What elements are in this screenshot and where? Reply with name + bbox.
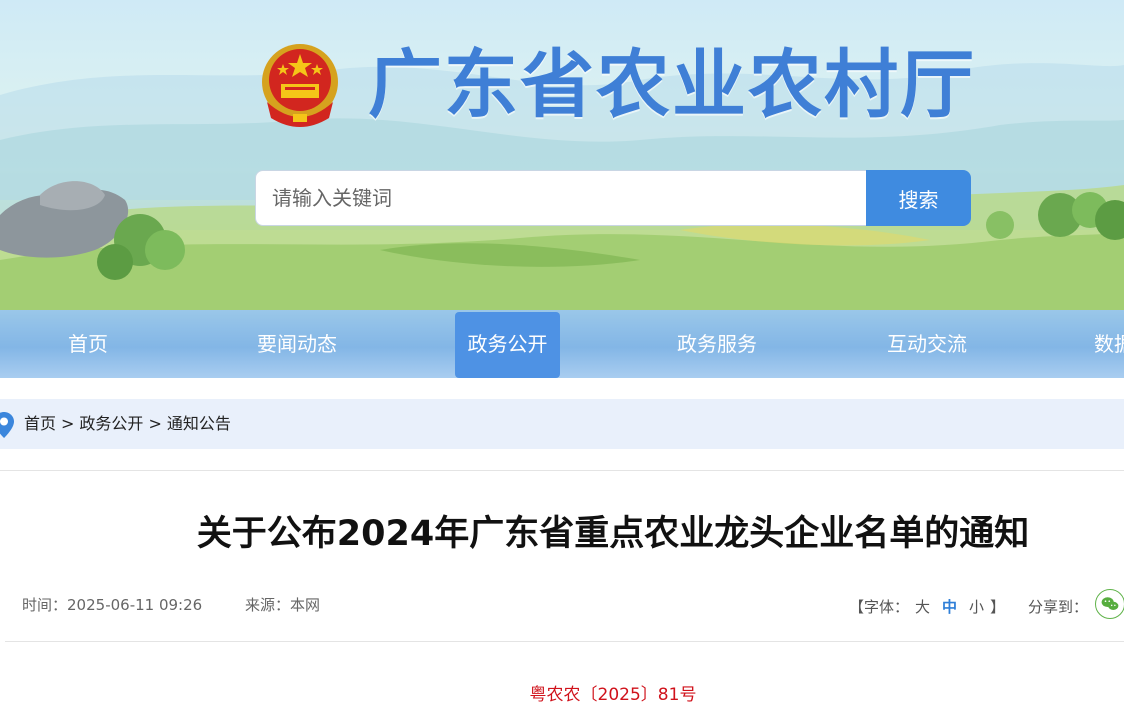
font-size-medium-button[interactable]: 中: [942, 598, 957, 616]
search-input[interactable]: [256, 171, 866, 225]
main-nav: 首页 要闻动态 政务公开 政务服务 互动交流 数据: [0, 310, 1124, 378]
font-size-switcher: 【字体： 大中小】: [849, 596, 1005, 617]
site-title: 广东省农业农村厅: [368, 42, 976, 128]
breadcrumb-separator: >: [61, 414, 75, 433]
breadcrumb-trail: 首页 > 政务公开 > 通知公告: [24, 399, 231, 449]
font-size-small-button[interactable]: 小: [969, 598, 984, 616]
article-source: 本网: [289, 596, 320, 614]
breadcrumb-separator: >: [148, 414, 162, 433]
time-label: 时间：: [22, 596, 68, 614]
wechat-icon: [1101, 597, 1119, 610]
nav-item-interaction[interactable]: 互动交流: [876, 310, 978, 378]
share-label: 分享到：: [1028, 598, 1089, 616]
breadcrumb-notices-link[interactable]: 通知公告: [167, 414, 231, 433]
article-meta: 时间：2025-06-11 09:26 来源：本网: [22, 594, 320, 615]
nav-item-news[interactable]: 要闻动态: [246, 310, 348, 378]
search-box: [255, 170, 867, 226]
divider: [0, 470, 1124, 471]
article-title: 关于公布2024年广东省重点农业龙头企业名单的通知: [196, 514, 1030, 554]
nav-item-gov-services[interactable]: 政务服务: [666, 310, 768, 378]
breadcrumb-gov-affairs-link[interactable]: 政务公开: [79, 414, 143, 433]
nav-item-home[interactable]: 首页: [47, 310, 129, 378]
font-size-label-end: 】: [990, 598, 1006, 616]
font-size-label: 【字体：: [849, 598, 910, 616]
divider: [5, 641, 1124, 642]
nav-item-data[interactable]: 数据: [1094, 310, 1124, 378]
font-size-large-button[interactable]: 大: [915, 598, 930, 616]
breadcrumb: 首页 > 政务公开 > 通知公告: [0, 399, 1124, 449]
national-emblem-icon: [262, 44, 338, 127]
breadcrumb-home-link[interactable]: 首页: [24, 414, 56, 433]
source-label: 来源：: [244, 596, 290, 614]
nav-item-gov-affairs[interactable]: 政务公开: [455, 312, 560, 378]
publish-time: 2025-06-11 09:26: [67, 596, 203, 614]
header-banner: 广东省农业农村厅 搜索: [0, 0, 1124, 310]
document-number: 粤农农〔2025〕81号: [529, 685, 697, 705]
wechat-share-button[interactable]: [1095, 589, 1124, 619]
location-pin-icon: [0, 412, 14, 438]
search-button[interactable]: 搜索: [866, 170, 971, 226]
